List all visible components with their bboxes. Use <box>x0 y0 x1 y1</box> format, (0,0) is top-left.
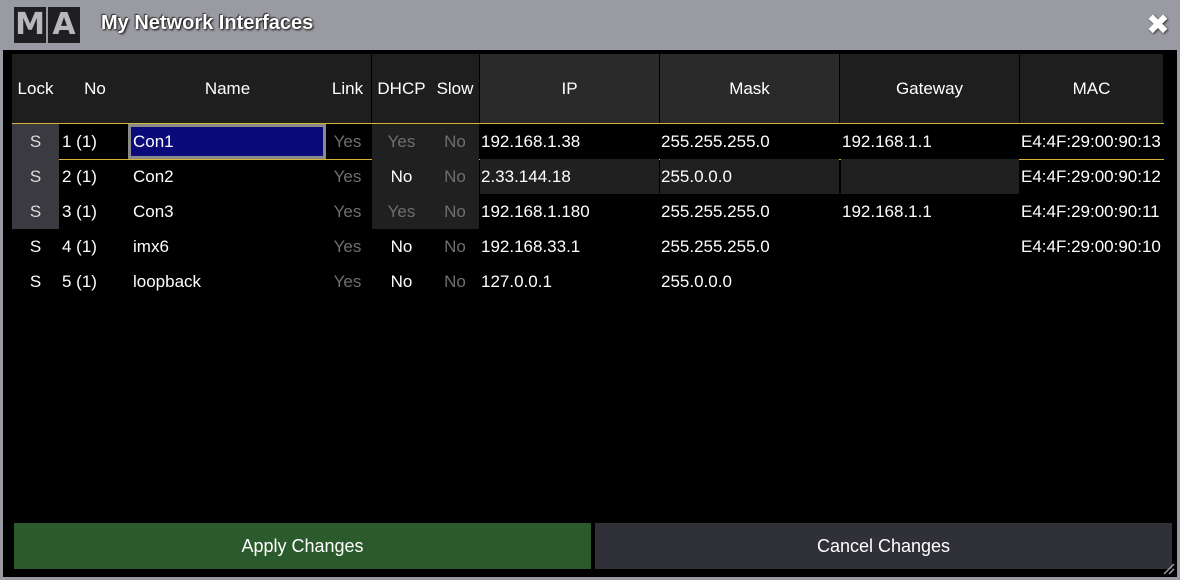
mac-cell: E4:4F:29:00:90:13 <box>1021 132 1161 151</box>
no-cell: 2 (1) <box>62 167 97 186</box>
ip-cell[interactable]: 192.168.1.180 <box>480 194 659 229</box>
logo-letter-m: M <box>14 7 46 43</box>
lock-button[interactable]: S <box>12 229 59 264</box>
ip-cell[interactable]: 192.168.33.1 <box>480 229 659 264</box>
mask-cell[interactable]: 255.255.255.0 <box>660 124 839 159</box>
col-header-no[interactable]: No <box>59 54 131 124</box>
slow-cell[interactable]: No <box>431 264 479 299</box>
dhcp-cell[interactable]: No <box>372 159 431 194</box>
dhcp-cell[interactable]: Yes <box>372 124 431 159</box>
ip-cell[interactable]: 2.33.144.18 <box>480 159 659 194</box>
gateway-cell[interactable]: 192.168.1.1 <box>841 124 1019 159</box>
col-header-mac[interactable]: MAC <box>1020 54 1163 124</box>
table-row[interactable]: S 5 (1) loopback Yes No No 127.0.0.1 255… <box>12 264 1164 299</box>
dhcp-cell[interactable]: No <box>372 264 431 299</box>
no-cell: 5 (1) <box>62 272 97 291</box>
window-title: My Network Interfaces <box>101 12 314 34</box>
dhcp-cell[interactable]: No <box>372 229 431 264</box>
dhcp-cell[interactable]: Yes <box>372 194 431 229</box>
slow-cell[interactable]: No <box>431 124 479 159</box>
link-cell: Yes <box>333 202 362 221</box>
link-cell: Yes <box>333 237 362 256</box>
col-header-link[interactable]: Link <box>324 54 371 124</box>
table-row[interactable]: S 1 (1) Con1 Yes Yes No 192.168.1.38 255… <box>12 124 1164 159</box>
gateway-cell[interactable] <box>841 159 1019 194</box>
name-cell[interactable]: imx6 <box>132 229 324 264</box>
title-bar[interactable]: M A My Network Interfaces ✖ <box>3 0 1180 50</box>
close-icon[interactable]: ✖ <box>1143 10 1173 40</box>
mac-cell: E4:4F:29:00:90:10 <box>1021 237 1161 256</box>
col-header-ip[interactable]: IP <box>480 54 659 124</box>
link-cell: Yes <box>333 272 362 291</box>
mask-cell[interactable]: 255.0.0.0 <box>660 264 839 299</box>
apply-changes-button[interactable]: Apply Changes <box>14 523 591 569</box>
col-header-gateway[interactable]: Gateway <box>840 54 1019 124</box>
col-header-lock[interactable]: Lock <box>12 54 59 124</box>
col-header-dhcp[interactable]: DHCP <box>372 54 431 124</box>
cancel-changes-button[interactable]: Cancel Changes <box>595 523 1172 569</box>
table-row[interactable]: S 4 (1) imx6 Yes No No 192.168.33.1 255.… <box>12 229 1164 264</box>
link-cell: Yes <box>333 132 362 151</box>
mac-cell <box>1020 264 1164 299</box>
resize-grip-icon[interactable] <box>1161 561 1175 575</box>
slow-cell[interactable]: No <box>431 194 479 229</box>
network-interfaces-window: M A My Network Interfaces ✖ Lock No Name… <box>0 0 1180 580</box>
ip-cell[interactable]: 127.0.0.1 <box>480 264 659 299</box>
table-row[interactable]: S 2 (1) Con2 Yes No No 2.33.144.18 255.0… <box>12 159 1164 194</box>
mac-cell: E4:4F:29:00:90:11 <box>1021 202 1160 221</box>
no-cell: 3 (1) <box>62 202 97 221</box>
slow-cell[interactable]: No <box>431 159 479 194</box>
ip-cell[interactable]: 192.168.1.38 <box>480 124 659 159</box>
name-cell-selected[interactable]: Con1 <box>128 124 326 159</box>
table-row[interactable]: S 3 (1) Con3 Yes Yes No 192.168.1.180 25… <box>12 194 1164 229</box>
lock-button[interactable]: S <box>12 264 59 299</box>
name-cell[interactable]: Con3 <box>132 194 324 229</box>
mask-cell[interactable]: 255.255.255.0 <box>660 229 839 264</box>
lock-button[interactable]: S <box>12 194 59 229</box>
gateway-cell[interactable] <box>841 264 1019 299</box>
mac-cell: E4:4F:29:00:90:12 <box>1021 167 1161 186</box>
ma-logo: M A <box>14 7 80 43</box>
mask-cell[interactable]: 255.255.255.0 <box>660 194 839 229</box>
no-cell: 4 (1) <box>62 237 97 256</box>
link-cell: Yes <box>333 167 362 186</box>
gateway-cell[interactable]: 192.168.1.1 <box>841 194 1019 229</box>
lock-button[interactable]: S <box>12 124 59 159</box>
logo-letter-a: A <box>48 7 80 43</box>
col-header-mask[interactable]: Mask <box>660 54 839 124</box>
name-cell[interactable]: Con2 <box>132 159 324 194</box>
lock-button[interactable]: S <box>12 159 59 194</box>
col-header-name[interactable]: Name <box>131 54 324 124</box>
col-header-slow[interactable]: Slow <box>431 54 479 124</box>
gateway-cell[interactable] <box>841 229 1019 264</box>
no-cell: 1 (1) <box>62 132 97 151</box>
slow-cell[interactable]: No <box>431 229 479 264</box>
mask-cell[interactable]: 255.0.0.0 <box>660 159 839 194</box>
name-cell[interactable]: loopback <box>132 264 324 299</box>
